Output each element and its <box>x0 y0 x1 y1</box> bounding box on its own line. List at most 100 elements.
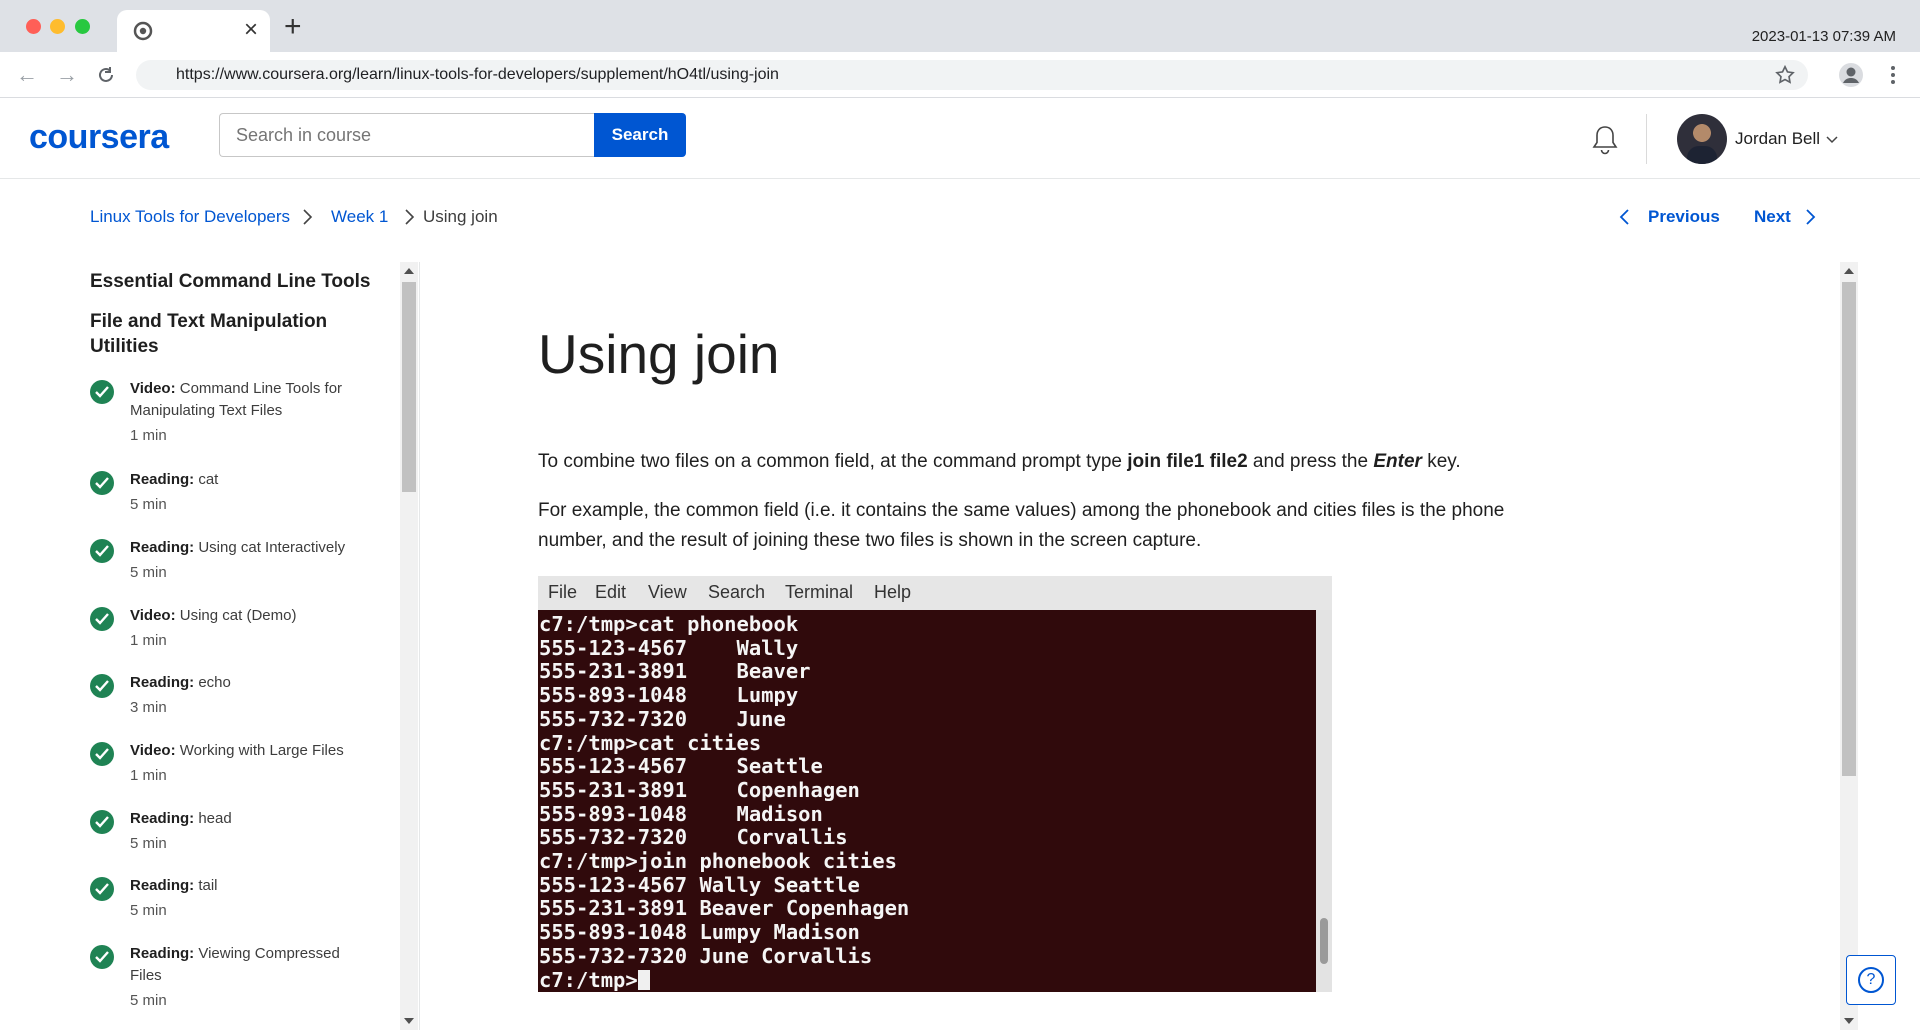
chevron-right-icon <box>405 209 415 225</box>
outline-item-text[interactable]: Reading: head 5 min <box>130 808 375 855</box>
browser-tab-bar: × + 2023-01-13 07:39 AM <box>0 0 1920 52</box>
item-duration: 5 min <box>130 902 167 919</box>
outline-item-text[interactable]: Video: Command Line Tools for Manipulati… <box>130 378 375 447</box>
command-text: join file1 file2 <box>1127 451 1248 472</box>
item-type: Video: <box>130 380 176 397</box>
completed-check-icon <box>90 380 114 404</box>
address-bar-row: ← → https://www.coursera.org/learn/linux… <box>0 52 1920 98</box>
terminal-line: c7:/tmp>join phonebook cities <box>539 849 897 874</box>
next-button[interactable]: Next <box>1754 207 1791 227</box>
browser-tab[interactable]: × <box>117 10 270 52</box>
scroll-up-icon[interactable] <box>404 268 414 274</box>
scrollbar-thumb[interactable] <box>1842 282 1856 776</box>
sidebar-scrollbar[interactable] <box>400 262 418 1030</box>
clock-readout: 2023-01-13 07:39 AM <box>1751 28 1896 45</box>
outline-item-text[interactable]: Reading: cat 5 min <box>130 469 375 516</box>
header-divider <box>1646 114 1647 164</box>
breadcrumb-course-link[interactable]: Linux Tools for Developers <box>90 207 290 227</box>
item-duration: 3 min <box>130 699 167 716</box>
completed-check-icon <box>90 539 114 563</box>
terminal-line: 555-231-3891 Beaver <box>539 659 811 684</box>
outline-item-text[interactable]: Reading: echo 3 min <box>130 672 375 719</box>
terminal-line: 555-231-3891 Copenhagen <box>539 777 860 802</box>
outline-item-text[interactable]: Reading: tail 5 min <box>130 875 375 922</box>
terminal-menu-item: Search <box>708 582 766 602</box>
outline-item-text[interactable]: Reading: Viewing Compressed Files 5 min <box>130 943 375 1012</box>
scroll-up-icon[interactable] <box>1844 268 1854 274</box>
item-title: Using cat Interactively <box>198 539 346 556</box>
search-input[interactable] <box>219 113 595 157</box>
terminal-line: 555-732-7320 June <box>539 706 786 731</box>
terminal-line: 555-893-1048 Madison <box>539 801 823 826</box>
close-window-button[interactable] <box>26 19 41 34</box>
terminal-prompt: c7:/tmp> <box>539 967 638 992</box>
scrollbar-thumb <box>1320 918 1328 964</box>
content-scrollbar[interactable] <box>1840 262 1858 1030</box>
item-title: cat <box>198 471 219 488</box>
terminal-output: c7:/tmp>cat phonebook 555-123-4567 Wally 5… <box>538 610 1316 992</box>
module-title[interactable]: Essential Command Line Tools <box>90 269 390 294</box>
browser-menu-icon[interactable] <box>1883 64 1903 86</box>
outline-item-text[interactable]: Video: Working with Large Files 1 min <box>130 740 375 787</box>
terminal-line: 555-893-1048 Lumpy Madison <box>539 920 860 945</box>
item-type: Reading: <box>130 539 195 556</box>
completed-check-icon <box>90 674 114 698</box>
key-name: Enter <box>1373 451 1422 472</box>
coursera-logo[interactable]: coursera <box>29 118 169 157</box>
item-duration: 5 min <box>130 564 167 581</box>
question-icon: ? <box>1858 967 1884 993</box>
terminal-menu-bar: File Edit View Search Terminal Help <box>538 576 1332 610</box>
completed-check-icon <box>90 810 114 834</box>
item-type: Reading: <box>130 674 195 691</box>
item-type: Reading: <box>130 810 195 827</box>
chevron-down-icon[interactable] <box>1825 132 1839 146</box>
completed-check-icon <box>90 742 114 766</box>
reload-icon[interactable] <box>96 65 116 85</box>
terminal-line: c7:/tmp>cat cities <box>539 730 762 755</box>
bookmark-star-icon[interactable] <box>1774 64 1796 86</box>
help-button[interactable]: ? <box>1846 955 1896 1005</box>
breadcrumb-week-link[interactable]: Week 1 <box>331 207 388 227</box>
minimize-window-button[interactable] <box>50 19 65 34</box>
outline-item-text[interactable]: Reading: Using cat Interactively 5 min <box>130 537 375 584</box>
breadcrumb-current: Using join <box>423 207 498 226</box>
item-duration: 5 min <box>130 496 167 513</box>
paragraph-text: key. <box>1421 451 1461 472</box>
chevron-right-icon[interactable] <box>1804 207 1818 227</box>
paragraph-example: For example, the common field (i.e. it c… <box>538 500 1505 551</box>
new-tab-button[interactable]: + <box>284 12 302 42</box>
item-title: Using cat (Demo) <box>179 607 297 624</box>
completed-check-icon <box>90 471 114 495</box>
item-title: tail <box>198 877 218 894</box>
user-name[interactable]: Jordan Bell <box>1735 129 1820 149</box>
item-duration: 5 min <box>130 992 167 1009</box>
url-text[interactable]: https://www.coursera.org/learn/linux-too… <box>176 66 779 84</box>
omnibox[interactable]: https://www.coursera.org/learn/linux-too… <box>136 60 1808 90</box>
page-title: Using join <box>538 323 780 385</box>
scrollbar-thumb[interactable] <box>402 282 416 492</box>
maximize-window-button[interactable] <box>75 19 90 34</box>
chevron-left-icon[interactable] <box>1618 207 1632 227</box>
terminal-menu-item: Edit <box>595 582 627 602</box>
terminal-line: 555-893-1048 Lumpy <box>539 683 799 708</box>
section-title[interactable]: File and Text Manipulation Utilities <box>90 309 380 359</box>
back-icon[interactable]: ← <box>14 62 40 88</box>
search-button[interactable]: Search <box>594 113 686 157</box>
notifications-bell-icon[interactable] <box>1590 124 1620 156</box>
completed-check-icon <box>90 945 114 969</box>
terminal-line: 555-123-4567 Wally Seattle <box>539 872 860 897</box>
forward-icon[interactable]: → <box>54 62 80 88</box>
paragraph-text: To combine two files on a common field, … <box>538 451 1128 472</box>
item-duration: 1 min <box>130 767 167 784</box>
chrome-icon <box>133 21 153 41</box>
item-duration: 5 min <box>130 835 167 852</box>
avatar[interactable] <box>1677 114 1727 164</box>
scroll-down-icon[interactable] <box>1844 1018 1854 1024</box>
scroll-down-icon[interactable] <box>404 1018 414 1024</box>
chevron-right-icon <box>303 209 313 225</box>
outline-item-text[interactable]: Video: Using cat (Demo) 1 min <box>130 605 375 652</box>
close-tab-icon[interactable]: × <box>244 18 258 42</box>
terminal-line: 555-123-4567 Wally <box>539 635 799 660</box>
previous-button[interactable]: Previous <box>1648 207 1720 227</box>
browser-profile-icon[interactable] <box>1838 62 1864 88</box>
